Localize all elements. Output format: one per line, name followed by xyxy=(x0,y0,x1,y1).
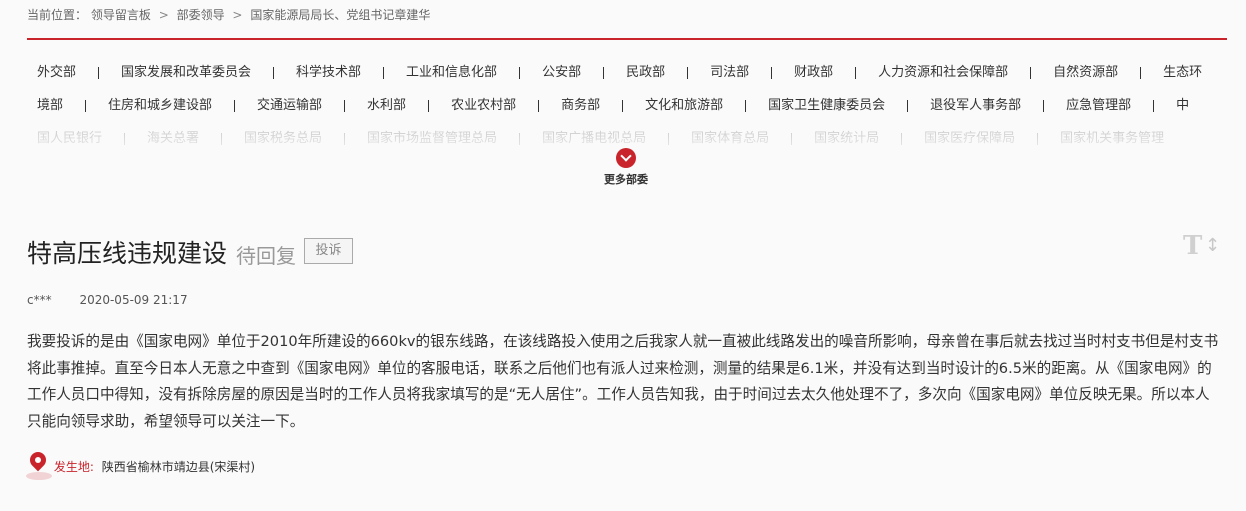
department-separator xyxy=(603,66,605,79)
message-time: 2020-05-09 21:17 xyxy=(79,293,188,307)
breadcrumb-separator: > xyxy=(232,8,243,22)
department-link[interactable]: 国家卫生健康委员会 xyxy=(768,98,885,113)
department-link[interactable]: 国家市场监督管理总局 xyxy=(367,131,497,146)
department-link[interactable]: 住房和城乡建设部 xyxy=(108,98,212,113)
department-link[interactable]: 自然资源部 xyxy=(1053,65,1118,80)
department-link[interactable]: 境部 xyxy=(37,98,63,113)
map-pin-icon xyxy=(26,448,52,480)
department-separator xyxy=(1153,99,1155,112)
department-link[interactable]: 水利部 xyxy=(367,98,406,113)
department-link[interactable]: 国家机关事务管理 xyxy=(1060,131,1164,146)
location-info: 发生地: 陕西省榆林市靖边县(宋渠村) xyxy=(26,448,256,480)
department-link[interactable]: 科学技术部 xyxy=(296,65,361,80)
department-link[interactable]: 国家统计局 xyxy=(814,131,879,146)
department-link[interactable]: 退役军人事务部 xyxy=(930,98,1021,113)
breadcrumb: 当前位置： 领导留言板 > 部委领导 > 国家能源局局长、党组书记章建华 xyxy=(27,6,430,23)
department-row: 外交部 国家发展和改革委员会 科学技术部 工业和信息化部 公安部 民政部 司法部 财政部 人力资… xyxy=(37,58,1202,88)
department-separator xyxy=(1037,132,1039,145)
department-separator xyxy=(538,99,540,112)
department-link[interactable]: 国家发展和改革委员会 xyxy=(121,65,251,80)
message-type-badge: 投诉 xyxy=(304,238,353,264)
breadcrumb-item-ministries[interactable]: 部委领导 xyxy=(177,8,225,22)
department-link[interactable]: 应急管理部 xyxy=(1066,98,1131,113)
department-separator xyxy=(234,99,236,112)
department-separator xyxy=(519,66,521,79)
location-value: 陕西省榆林市靖边县(宋渠村) xyxy=(101,459,256,474)
department-list: 外交部 国家发展和改革委员会 科学技术部 工业和信息化部 公安部 民政部 司法部 财政部 人力资… xyxy=(27,56,1227,154)
message-meta: c*** 2020-05-09 21:17 xyxy=(27,293,188,307)
header-divider xyxy=(27,38,1227,40)
reply-status: 待回复 xyxy=(236,244,296,268)
department-link[interactable]: 工业和信息化部 xyxy=(406,65,497,80)
department-separator xyxy=(622,99,624,112)
department-link[interactable]: 海关总署 xyxy=(147,131,199,146)
department-link[interactable]: 司法部 xyxy=(710,65,749,80)
department-separator xyxy=(428,99,430,112)
department-separator xyxy=(1030,66,1032,79)
department-separator xyxy=(124,132,126,145)
department-link[interactable]: 外交部 xyxy=(37,65,76,80)
breadcrumb-item-board[interactable]: 领导留言板 xyxy=(91,8,151,22)
font-size-toggle-button[interactable]: T ↕ xyxy=(1183,231,1220,263)
department-separator xyxy=(791,132,793,145)
department-link[interactable]: 交通运输部 xyxy=(257,98,322,113)
department-separator xyxy=(98,66,100,79)
message-content: 我要投诉的是由《国家电网》单位于2010年所建设的660kv的银东线路，在该线路… xyxy=(27,333,1219,430)
department-link[interactable]: 国家医疗保障局 xyxy=(924,131,1015,146)
department-separator xyxy=(855,66,857,79)
department-link[interactable]: 生态环 xyxy=(1163,65,1202,80)
more-departments-label[interactable]: 更多部委 xyxy=(586,171,666,187)
department-separator xyxy=(221,132,223,145)
department-link[interactable]: 财政部 xyxy=(794,65,833,80)
department-link[interactable]: 公安部 xyxy=(542,65,581,80)
department-link[interactable]: 农业农村部 xyxy=(451,98,516,113)
department-separator xyxy=(383,66,385,79)
font-size-toggle-icon[interactable]: T xyxy=(1183,231,1202,261)
message-title: 特高压线违规建设 xyxy=(27,239,228,268)
chevron-down-icon[interactable] xyxy=(616,148,636,168)
department-separator xyxy=(907,99,909,112)
department-separator xyxy=(745,99,747,112)
department-separator xyxy=(901,132,903,145)
department-row: 境部 住房和城乡建设部 交通运输部 水利部 农业农村部 商务部 文化和旅游部 国家卫生健康委员… xyxy=(37,91,1189,121)
location-label: 发生地: xyxy=(53,459,94,474)
department-separator xyxy=(344,132,346,145)
more-departments-button[interactable]: 更多部委 xyxy=(586,148,666,187)
breadcrumb-prefix: 当前位置： xyxy=(27,8,88,22)
department-separator xyxy=(85,99,87,112)
department-link[interactable]: 人力资源和社会保障部 xyxy=(878,65,1008,80)
department-link[interactable]: 国家税务总局 xyxy=(244,131,322,146)
department-separator xyxy=(344,99,346,112)
department-link[interactable]: 文化和旅游部 xyxy=(645,98,723,113)
department-separator xyxy=(771,66,773,79)
department-link[interactable]: 国家体育总局 xyxy=(691,131,769,146)
department-separator xyxy=(273,66,275,79)
up-down-arrow-icon[interactable]: ↕ xyxy=(1205,235,1220,256)
author-name: c*** xyxy=(27,293,52,307)
department-link[interactable]: 国家广播电视总局 xyxy=(542,131,646,146)
department-separator xyxy=(668,132,670,145)
department-link[interactable]: 民政部 xyxy=(626,65,665,80)
department-separator xyxy=(519,132,521,145)
department-link[interactable]: 中 xyxy=(1176,98,1189,113)
department-separator xyxy=(1043,99,1045,112)
department-link[interactable]: 商务部 xyxy=(561,98,600,113)
department-separator xyxy=(687,66,689,79)
department-link[interactable]: 国人民银行 xyxy=(37,131,102,146)
department-separator xyxy=(1140,66,1142,79)
breadcrumb-item-current: 国家能源局局长、党组书记章建华 xyxy=(250,8,431,22)
breadcrumb-separator: > xyxy=(158,8,169,22)
